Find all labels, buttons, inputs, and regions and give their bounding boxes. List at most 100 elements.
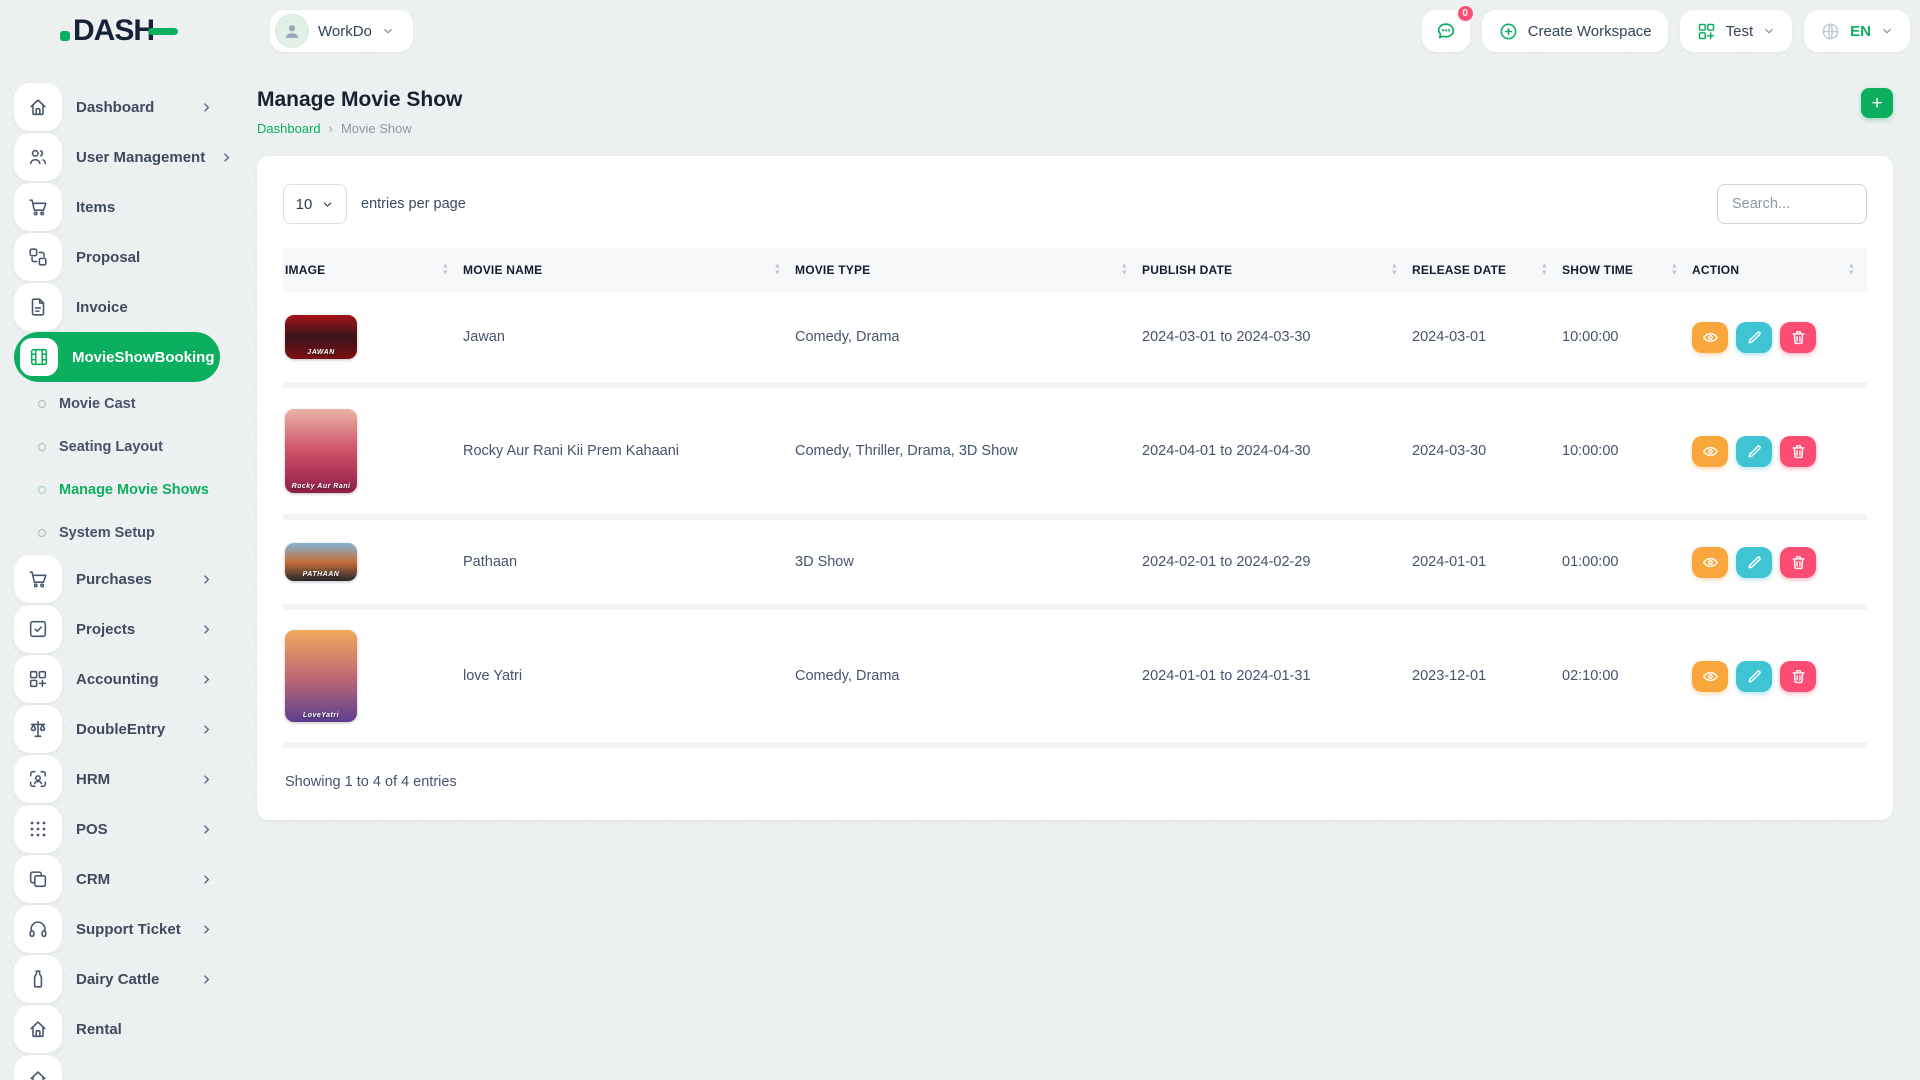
- column-header-publish-date[interactable]: PUBLISH DATE▲▼: [1140, 248, 1410, 292]
- edit-button[interactable]: [1736, 436, 1772, 467]
- sidebar-item-proposal[interactable]: Proposal: [14, 232, 230, 282]
- pencil-icon: [1746, 443, 1763, 460]
- scales-icon: [27, 718, 49, 740]
- add-movie-show-button[interactable]: +: [1861, 88, 1893, 118]
- transform-icon: [27, 246, 49, 268]
- sidebar-item-partial[interactable]: [14, 1054, 230, 1080]
- table-row: Rocky Aur RaniRocky Aur Rani Kii Prem Ka…: [283, 388, 1867, 520]
- breadcrumb-separator: ›: [329, 121, 333, 136]
- film-icon: [28, 346, 50, 368]
- movie-type-cell: Comedy, Drama: [793, 292, 1140, 388]
- view-button[interactable]: [1692, 661, 1728, 692]
- view-button[interactable]: [1692, 436, 1728, 467]
- movie-poster: LoveYatri: [285, 630, 357, 722]
- sidebar-item-movieshowbooking[interactable]: MovieShowBooking: [14, 332, 220, 382]
- delete-button[interactable]: [1780, 322, 1816, 353]
- cart-icon: [27, 196, 49, 218]
- sort-icon[interactable]: ▲▼: [1848, 264, 1855, 277]
- home-icon: [27, 1018, 49, 1040]
- column-header-show-time[interactable]: SHOW TIME▲▼: [1560, 248, 1690, 292]
- bullet-circle-icon: [38, 400, 46, 408]
- sidebar-item-dashboard[interactable]: Dashboard: [14, 82, 230, 132]
- sidebar-item-label: MovieShowBooking: [72, 349, 215, 366]
- sidebar-item-items[interactable]: Items: [14, 182, 230, 232]
- language-label: EN: [1850, 23, 1871, 40]
- users-icon: [27, 146, 49, 168]
- edit-button[interactable]: [1736, 547, 1772, 578]
- sidebar-item-dairy-cattle[interactable]: Dairy Cattle: [14, 954, 230, 1004]
- logo-dot-icon: [60, 31, 70, 41]
- column-header-release-date[interactable]: RELEASE DATE▲▼: [1410, 248, 1560, 292]
- sidebar-subitem-movie-cast[interactable]: Movie Cast: [14, 382, 230, 425]
- app-logo[interactable]: DASH: [0, 14, 230, 48]
- sort-icon[interactable]: ▲▼: [442, 264, 449, 277]
- entries-per-page-select[interactable]: 10: [283, 184, 347, 224]
- movie-poster: JAWAN: [285, 315, 357, 359]
- workspace-switcher[interactable]: WorkDo: [270, 10, 413, 52]
- edit-button[interactable]: [1736, 322, 1772, 353]
- sidebar-item-doubleentry[interactable]: DoubleEntry: [14, 704, 230, 754]
- sidebar-subitem-manage-movie-shows[interactable]: Manage Movie Shows: [14, 468, 230, 511]
- sidebar-item-hrm[interactable]: HRM: [14, 754, 230, 804]
- column-header-movie-name[interactable]: MOVIE NAME▲▼: [461, 248, 793, 292]
- publish-date-cell: 2024-03-01 to 2024-03-30: [1140, 292, 1410, 388]
- movie-name-cell: Pathaan: [461, 520, 793, 610]
- search-input[interactable]: [1717, 184, 1867, 224]
- show-time-cell: 01:00:00: [1560, 520, 1690, 610]
- sidebar-item-accounting[interactable]: Accounting: [14, 654, 230, 704]
- language-select[interactable]: EN: [1804, 10, 1910, 52]
- release-date-cell: 2024-01-01: [1410, 520, 1560, 610]
- chevron-down-icon: [321, 198, 334, 211]
- workspace-select[interactable]: Test: [1680, 10, 1793, 52]
- view-button[interactable]: [1692, 322, 1728, 353]
- globe-icon: [1820, 21, 1841, 42]
- trash-icon: [1790, 329, 1807, 346]
- sidebar-item-label: HRM: [76, 771, 185, 788]
- sidebar-item-support-ticket[interactable]: Support Ticket: [14, 904, 230, 954]
- sidebar-subitem-label: System Setup: [59, 525, 155, 541]
- sidebar-item-rental[interactable]: Rental: [14, 1004, 230, 1054]
- sort-icon[interactable]: ▲▼: [1391, 264, 1398, 277]
- check-square-icon: [27, 618, 49, 640]
- sort-icon[interactable]: ▲▼: [1541, 264, 1548, 277]
- sidebar-item-projects[interactable]: Projects: [14, 604, 230, 654]
- breadcrumb-dashboard-link[interactable]: Dashboard: [257, 121, 321, 136]
- entries-summary: Showing 1 to 4 of 4 entries: [283, 748, 1867, 820]
- sort-icon[interactable]: ▲▼: [774, 264, 781, 277]
- sidebar-item-label: Dairy Cattle: [76, 971, 185, 988]
- chevron-right-icon: [199, 872, 214, 887]
- eye-icon: [1702, 329, 1719, 346]
- sidebar-item-crm[interactable]: CRM: [14, 854, 230, 904]
- table-row: LoveYatrilove YatriComedy, Drama2024-01-…: [283, 610, 1867, 748]
- delete-button[interactable]: [1780, 661, 1816, 692]
- column-header-action[interactable]: ACTION▲▼: [1690, 248, 1867, 292]
- sidebar-item-pos[interactable]: POS: [14, 804, 230, 854]
- column-header-image[interactable]: IMAGE▲▼: [283, 248, 461, 292]
- column-header-movie-type[interactable]: MOVIE TYPE▲▼: [793, 248, 1140, 292]
- trash-icon: [1790, 554, 1807, 571]
- movie-name-cell: love Yatri: [461, 610, 793, 748]
- messages-button[interactable]: 0: [1422, 10, 1470, 52]
- sidebar-subitem-label: Seating Layout: [59, 439, 163, 455]
- plus-circle-icon: [1498, 21, 1519, 42]
- sidebar-item-label: Rental: [76, 1021, 230, 1038]
- sidebar-item-user-management[interactable]: User Management: [14, 132, 230, 182]
- release-date-cell: 2023-12-01: [1410, 610, 1560, 748]
- sort-icon[interactable]: ▲▼: [1671, 264, 1678, 277]
- sidebar-item-invoice[interactable]: Invoice: [14, 282, 230, 332]
- bullet-circle-icon: [38, 443, 46, 451]
- view-button[interactable]: [1692, 547, 1728, 578]
- dots-grid-icon: [27, 818, 49, 840]
- delete-button[interactable]: [1780, 436, 1816, 467]
- sidebar-item-purchases[interactable]: Purchases: [14, 554, 230, 604]
- edit-button[interactable]: [1736, 661, 1772, 692]
- sidebar-subitem-system-setup[interactable]: System Setup: [14, 511, 230, 554]
- movie-name-cell: Jawan: [461, 292, 793, 388]
- sidebar-subitem-label: Movie Cast: [59, 396, 136, 412]
- movie-type-cell: Comedy, Drama: [793, 610, 1140, 748]
- delete-button[interactable]: [1780, 547, 1816, 578]
- sidebar-subitem-seating-layout[interactable]: Seating Layout: [14, 425, 230, 468]
- release-date-cell: 2024-03-01: [1410, 292, 1560, 388]
- sort-icon[interactable]: ▲▼: [1121, 264, 1128, 277]
- create-workspace-button[interactable]: Create Workspace: [1482, 10, 1668, 52]
